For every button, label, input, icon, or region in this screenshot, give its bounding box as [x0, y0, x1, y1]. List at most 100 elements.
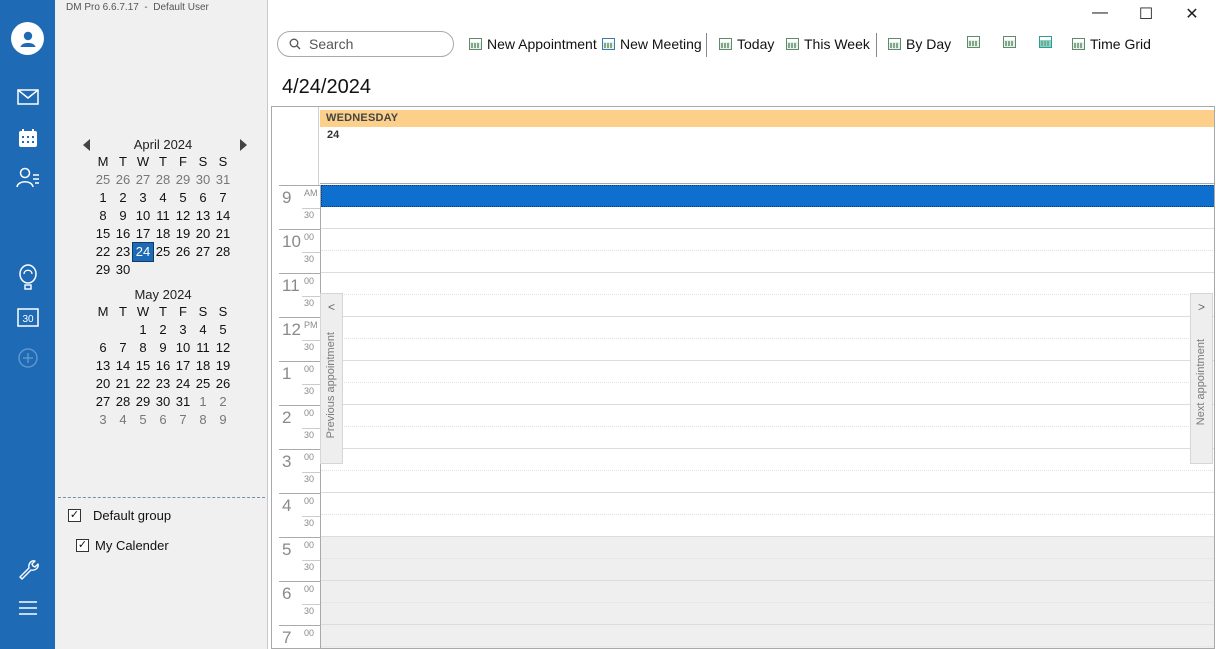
mini-calendar-day[interactable]: 13 — [93, 357, 113, 375]
mini-calendar-day[interactable]: 29 — [93, 261, 113, 279]
time-slot[interactable] — [321, 361, 1214, 383]
time-slot[interactable] — [321, 405, 1214, 427]
mini-calendar-day[interactable]: 7 — [213, 189, 233, 207]
time-slot[interactable] — [321, 471, 1214, 493]
previous-month-arrow-icon[interactable] — [83, 139, 90, 151]
mini-calendar-day[interactable]: 27 — [193, 243, 213, 261]
mini-calendar-day[interactable]: 23 — [153, 375, 173, 393]
mini-calendar-day[interactable]: 16 — [153, 357, 173, 375]
mini-calendar-day[interactable]: 28 — [153, 171, 173, 189]
mini-calendar-day[interactable]: 8 — [193, 411, 213, 429]
time-slot[interactable] — [321, 295, 1214, 317]
mini-calendar-day[interactable]: 6 — [193, 189, 213, 207]
mini-calendar-day[interactable]: 5 — [213, 321, 233, 339]
mini-calendar-day[interactable]: 7 — [113, 339, 133, 357]
mini-calendar-day[interactable]: 2 — [213, 393, 233, 411]
mini-calendar-day[interactable]: 28 — [113, 393, 133, 411]
time-slot[interactable] — [321, 185, 1214, 207]
mini-calendar-day[interactable]: 9 — [153, 339, 173, 357]
all-day-area[interactable] — [320, 127, 1214, 184]
mini-calendar-day[interactable]: 26 — [213, 375, 233, 393]
by-day-button[interactable]: By Day — [888, 36, 951, 52]
mini-calendar-day[interactable]: 1 — [93, 189, 113, 207]
mini-calendar-day[interactable]: 12 — [213, 339, 233, 357]
mini-calendar-day[interactable]: 13 — [193, 207, 213, 225]
time-slot[interactable] — [321, 515, 1214, 537]
mini-calendar-day[interactable]: 5 — [173, 189, 193, 207]
mini-calendar-day[interactable]: 9 — [113, 207, 133, 225]
mini-calendar-day[interactable]: 7 — [173, 411, 193, 429]
time-slot[interactable] — [321, 559, 1214, 581]
mini-calendar-day[interactable]: 11 — [193, 339, 213, 357]
user-avatar-icon[interactable] — [0, 22, 55, 55]
time-slot[interactable] — [321, 207, 1214, 229]
mini-calendar-day[interactable]: 19 — [173, 225, 193, 243]
month-view-button[interactable] — [1039, 36, 1057, 48]
mini-calendar-day[interactable]: 26 — [113, 171, 133, 189]
mini-calendar-day[interactable]: 27 — [133, 171, 153, 189]
next-appointment-tab[interactable]: > Next appointment — [1190, 293, 1213, 464]
mini-calendar-day[interactable]: 1 — [193, 393, 213, 411]
mini-calendar-day[interactable]: 31 — [173, 393, 193, 411]
mini-calendar-day[interactable]: 12 — [173, 207, 193, 225]
checkbox-my-calendar[interactable]: ✓ — [76, 539, 89, 552]
mini-calendar-day[interactable]: 11 — [153, 207, 173, 225]
day-30-icon[interactable]: 30 — [0, 307, 55, 327]
group-default-row[interactable]: ✓ Default group — [68, 508, 171, 523]
previous-appointment-tab[interactable]: < Previous appointment — [320, 293, 343, 464]
mini-calendar-day[interactable]: 20 — [193, 225, 213, 243]
add-icon[interactable] — [0, 347, 55, 369]
time-slot[interactable] — [321, 537, 1214, 559]
mini-calendar-day[interactable]: 15 — [93, 225, 113, 243]
mini-calendar-day[interactable]: 6 — [153, 411, 173, 429]
mini-calendar-day[interactable]: 4 — [153, 189, 173, 207]
mini-calendar-day[interactable]: 29 — [133, 393, 153, 411]
mini-calendar-day[interactable]: 22 — [93, 243, 113, 261]
wrench-icon[interactable] — [0, 558, 55, 580]
mini-calendar-day[interactable]: 24 — [173, 375, 193, 393]
time-slot[interactable] — [321, 581, 1214, 603]
checkbox-default-group[interactable]: ✓ — [68, 509, 81, 522]
close-button[interactable]: ✕ — [1177, 4, 1207, 24]
mini-calendar-day[interactable]: 21 — [113, 375, 133, 393]
time-grid-button[interactable]: Time Grid — [1072, 36, 1151, 52]
mini-calendar-day[interactable]: 3 — [173, 321, 193, 339]
today-button[interactable]: Today — [719, 36, 774, 52]
mini-calendar-day[interactable]: 4 — [113, 411, 133, 429]
mini-calendar-day[interactable]: 4 — [193, 321, 213, 339]
menu-icon[interactable] — [0, 600, 55, 616]
mini-calendar-day[interactable]: 28 — [213, 243, 233, 261]
mini-calendar-day[interactable]: 15 — [133, 357, 153, 375]
next-month-arrow-icon[interactable] — [240, 139, 247, 151]
minimize-button[interactable]: — — [1085, 4, 1115, 22]
time-slot[interactable] — [321, 317, 1214, 339]
mini-calendar-day[interactable]: 14 — [113, 357, 133, 375]
mini-calendar-day[interactable]: 30 — [113, 261, 133, 279]
calendar-icon[interactable] — [0, 128, 55, 148]
mini-calendar-day[interactable]: 8 — [93, 207, 113, 225]
new-meeting-button[interactable]: New Meeting — [602, 36, 702, 52]
mini-calendar-day[interactable]: 22 — [133, 375, 153, 393]
mini-calendar-day[interactable]: 16 — [113, 225, 133, 243]
mini-calendar-day[interactable]: 3 — [133, 189, 153, 207]
work-week-view-button[interactable] — [967, 36, 985, 48]
mini-calendar-day[interactable]: 9 — [213, 411, 233, 429]
mini-calendar-day[interactable]: 25 — [153, 243, 173, 261]
day-header[interactable]: WEDNESDAY — [320, 110, 1214, 127]
mini-calendar-day[interactable]: 30 — [153, 393, 173, 411]
mini-calendar-day[interactable]: 19 — [213, 357, 233, 375]
time-slot[interactable] — [321, 625, 1214, 647]
time-slot[interactable] — [321, 339, 1214, 361]
mini-calendar-day[interactable]: 8 — [133, 339, 153, 357]
mini-calendar-day[interactable]: 29 — [173, 171, 193, 189]
calendar-my-row[interactable]: ✓ My Calender — [76, 538, 169, 553]
week-view-button[interactable] — [1003, 36, 1021, 48]
mini-calendar-day[interactable]: 26 — [173, 243, 193, 261]
time-slot[interactable] — [321, 449, 1214, 471]
search-box[interactable] — [277, 31, 454, 57]
time-slot[interactable] — [321, 229, 1214, 251]
mini-calendar-day[interactable]: 31 — [213, 171, 233, 189]
mini-calendar-day[interactable]: 2 — [113, 189, 133, 207]
time-slot[interactable] — [321, 603, 1214, 625]
mini-calendar-day[interactable]: 3 — [93, 411, 113, 429]
